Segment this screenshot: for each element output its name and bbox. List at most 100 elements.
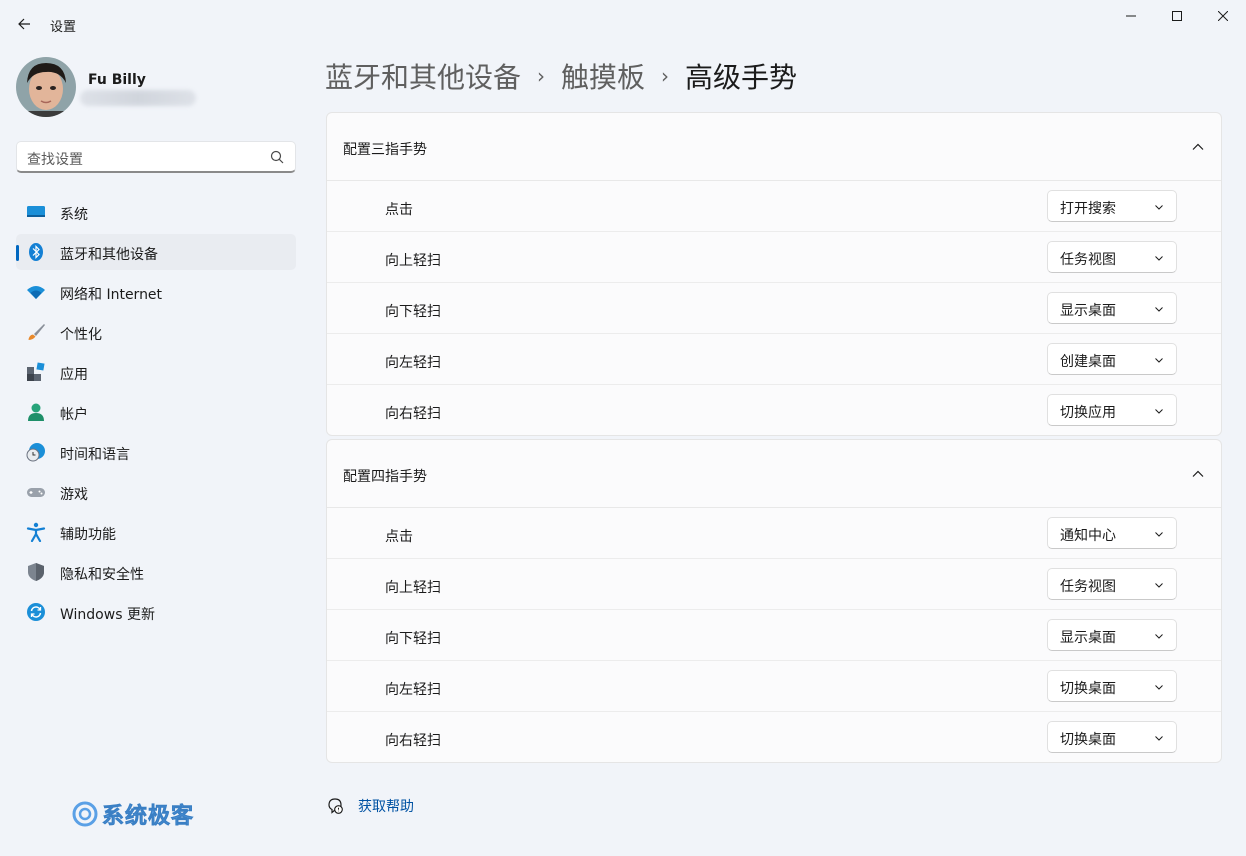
chevron-up-icon <box>1192 470 1204 477</box>
search-icon <box>270 150 284 164</box>
update-icon <box>26 602 46 622</box>
gesture-action-dropdown[interactable]: 创建桌面 <box>1047 343 1177 375</box>
get-help-link[interactable]: 获取帮助 <box>358 796 414 816</box>
apps-icon <box>26 362 46 382</box>
three-finger-gestures-header[interactable]: 配置三指手势 <box>327 113 1221 181</box>
gamepad-icon <box>26 482 46 502</box>
dropdown-value: 创建桌面 <box>1060 354 1116 370</box>
watermark: 系统极客 <box>72 798 194 830</box>
minimize-button[interactable] <box>1108 0 1154 32</box>
help-icon <box>328 798 343 814</box>
dropdown-value: 任务视图 <box>1060 252 1116 268</box>
dropdown-value: 显示桌面 <box>1060 303 1116 319</box>
gesture-action-dropdown[interactable]: 打开搜索 <box>1047 190 1177 222</box>
breadcrumb: 蓝牙和其他设备 › 触摸板 › 高级手势 <box>325 56 797 96</box>
get-help: 获取帮助 <box>326 796 414 816</box>
gesture-row-swipe-left: 向左轻扫 切换桌面 <box>327 661 1221 712</box>
chevron-right-icon: › <box>537 64 546 88</box>
gesture-row-swipe-up: 向上轻扫 任务视图 <box>327 232 1221 283</box>
sidebar-item-network[interactable]: 网络和 Internet <box>16 274 296 310</box>
gesture-row-tap: 点击 打开搜索 <box>327 181 1221 232</box>
breadcrumb-bluetooth[interactable]: 蓝牙和其他设备 <box>325 56 521 96</box>
gesture-label: 点击 <box>385 202 413 218</box>
dropdown-value: 切换桌面 <box>1060 732 1116 748</box>
system-icon <box>26 202 46 222</box>
gesture-label: 向下轻扫 <box>385 631 441 647</box>
gesture-label: 向上轻扫 <box>385 580 441 596</box>
three-finger-gestures-card: 配置三指手势 点击 打开搜索 向上轻扫 任务视图 向下轻扫 显示桌面 向左轻扫 … <box>326 112 1222 436</box>
avatar[interactable] <box>16 57 76 117</box>
gesture-action-dropdown[interactable]: 显示桌面 <box>1047 292 1177 324</box>
breadcrumb-touchpad[interactable]: 触摸板 <box>561 56 645 96</box>
sidebar-item-apps[interactable]: 应用 <box>16 354 296 390</box>
sidebar-item-label: 游戏 <box>60 487 88 503</box>
chevron-down-icon <box>1155 685 1163 690</box>
bluetooth-icon <box>26 242 46 262</box>
sidebar-item-label: 隐私和安全性 <box>60 567 144 583</box>
gesture-label: 点击 <box>385 529 413 545</box>
chevron-right-icon: › <box>661 64 670 88</box>
gesture-action-dropdown[interactable]: 任务视图 <box>1047 568 1177 600</box>
gesture-row-swipe-down: 向下轻扫 显示桌面 <box>327 610 1221 661</box>
sidebar-item-personalization[interactable]: 个性化 <box>16 314 296 350</box>
arrow-left-icon <box>18 18 30 30</box>
sidebar-item-gaming[interactable]: 游戏 <box>16 474 296 510</box>
dropdown-value: 切换桌面 <box>1060 681 1116 697</box>
back-button[interactable] <box>12 12 36 36</box>
sidebar-item-system[interactable]: 系统 <box>16 194 296 230</box>
sidebar-item-label: 时间和语言 <box>60 447 130 463</box>
brush-icon <box>26 322 46 342</box>
gesture-label: 向右轻扫 <box>385 733 441 749</box>
gesture-label: 向左轻扫 <box>385 355 441 371</box>
sidebar-item-label: Windows 更新 <box>60 607 155 623</box>
chevron-down-icon <box>1155 583 1163 588</box>
shield-icon <box>26 562 46 582</box>
gesture-action-dropdown[interactable]: 显示桌面 <box>1047 619 1177 651</box>
avatar-image <box>16 57 76 117</box>
sidebar-item-label: 个性化 <box>60 327 102 343</box>
app-title: 设置 <box>50 20 77 35</box>
account-icon <box>26 402 46 422</box>
sidebar-item-label: 网络和 Internet <box>60 287 163 303</box>
chevron-down-icon <box>1155 409 1163 414</box>
gesture-action-dropdown[interactable]: 切换应用 <box>1047 394 1177 426</box>
chevron-down-icon <box>1155 205 1163 210</box>
gesture-label: 向下轻扫 <box>385 304 441 320</box>
wifi-icon <box>26 282 46 302</box>
gesture-action-dropdown[interactable]: 切换桌面 <box>1047 721 1177 753</box>
four-finger-gestures-card: 配置四指手势 点击 通知中心 向上轻扫 任务视图 向下轻扫 显示桌面 向左轻扫 … <box>326 439 1222 763</box>
gesture-row-swipe-left: 向左轻扫 创建桌面 <box>327 334 1221 385</box>
sidebar-item-time-language[interactable]: 时间和语言 <box>16 434 296 470</box>
four-finger-gestures-header[interactable]: 配置四指手势 <box>327 440 1221 508</box>
sidebar-item-bluetooth[interactable]: 蓝牙和其他设备 <box>16 234 296 270</box>
sidebar-item-accessibility[interactable]: 辅助功能 <box>16 514 296 550</box>
user-name: Fu Billy <box>88 72 146 88</box>
dropdown-value: 切换应用 <box>1060 405 1116 421</box>
sidebar-nav: 系统 蓝牙和其他设备 网络和 Internet 个性化 应用 帐户 时间和语言 … <box>16 194 296 634</box>
sidebar-item-privacy[interactable]: 隐私和安全性 <box>16 554 296 590</box>
maximize-button[interactable] <box>1154 0 1200 32</box>
sidebar-item-accounts[interactable]: 帐户 <box>16 394 296 430</box>
sidebar-item-label: 辅助功能 <box>60 527 116 543</box>
section-title: 配置三指手势 <box>343 142 427 158</box>
search-input[interactable]: 查找设置 <box>16 141 296 173</box>
dropdown-value: 打开搜索 <box>1060 201 1116 217</box>
chevron-down-icon <box>1155 634 1163 639</box>
chevron-down-icon <box>1155 256 1163 261</box>
gesture-row-swipe-right: 向右轻扫 切换桌面 <box>327 712 1221 762</box>
gesture-row-swipe-up: 向上轻扫 任务视图 <box>327 559 1221 610</box>
page-title: 高级手势 <box>685 61 798 94</box>
close-button[interactable] <box>1200 0 1246 32</box>
sidebar-item-windows-update[interactable]: Windows 更新 <box>16 594 296 630</box>
gesture-label: 向右轻扫 <box>385 406 441 422</box>
gesture-row-tap: 点击 通知中心 <box>327 508 1221 559</box>
user-email-redacted <box>80 90 196 106</box>
sidebar-item-label: 系统 <box>60 207 88 223</box>
gesture-action-dropdown[interactable]: 任务视图 <box>1047 241 1177 273</box>
gesture-action-dropdown[interactable]: 切换桌面 <box>1047 670 1177 702</box>
title-bar: 设置 <box>0 0 1246 48</box>
gesture-action-dropdown[interactable]: 通知中心 <box>1047 517 1177 549</box>
gesture-row-swipe-right: 向右轻扫 切换应用 <box>327 385 1221 435</box>
search-placeholder: 查找设置 <box>27 152 83 168</box>
dropdown-value: 任务视图 <box>1060 579 1116 595</box>
